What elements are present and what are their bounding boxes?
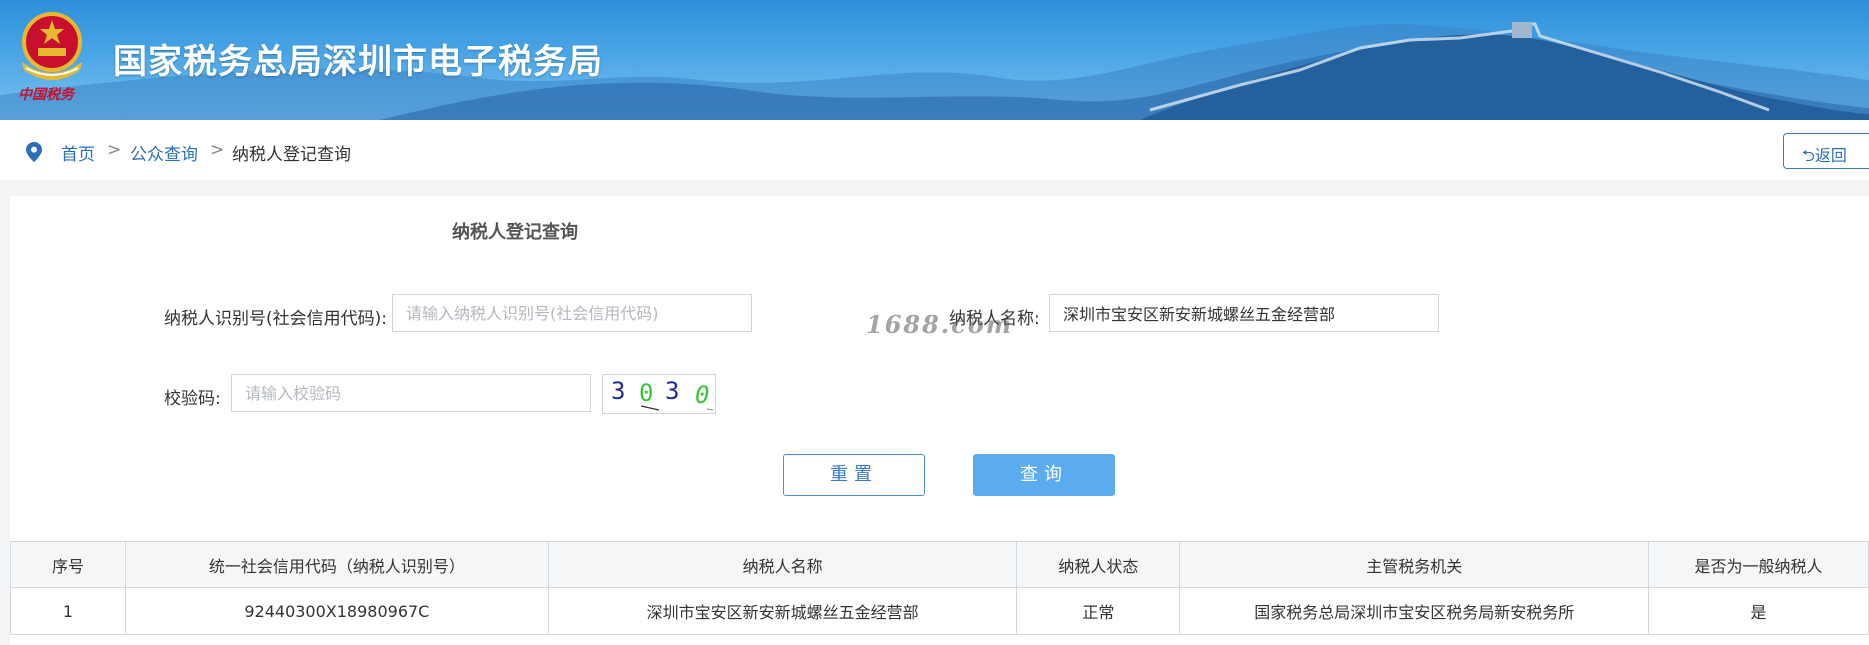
watermark: 1688.com <box>866 310 1014 339</box>
page-title: 纳税人登记查询 <box>452 222 578 243</box>
captcha-char: 0 <box>639 379 653 407</box>
taxpayer-id-label: 纳税人识别号(社会信用代码): <box>164 309 387 329</box>
breadcrumb-public-query[interactable]: 公众查询 <box>130 140 198 165</box>
location-pin-icon <box>26 142 42 162</box>
captcha-char: 3 <box>611 377 625 405</box>
captcha-char: 3 <box>665 377 679 405</box>
breadcrumb-separator: > <box>107 140 122 160</box>
table-cell: 是 <box>1648 587 1869 635</box>
back-button[interactable]: ⮌返回 <box>1783 133 1869 169</box>
column-header: 是否为一般纳税人 <box>1648 541 1869 588</box>
emblem-caption: 中国税务 <box>18 87 74 103</box>
table-row: 1 92440300X18980967C 深圳市宝安区新安新城螺丝五金经营部 正… <box>10 587 1869 635</box>
site-title: 国家税务总局深圳市电子税务局 <box>113 42 603 82</box>
table-cell: 正常 <box>1016 587 1181 635</box>
column-header: 统一社会信用代码（纳税人识别号） <box>124 541 549 588</box>
captcha-char: 0 <box>695 381 709 409</box>
table-cell: 深圳市宝安区新安新城螺丝五金经营部 <box>547 587 1018 635</box>
captcha-label: 校验码: <box>164 389 221 409</box>
table-cell: 92440300X18980967C <box>124 587 549 635</box>
breadcrumb: 首页 > 公众查询 > 纳税人登记查询 ⮌返回 <box>0 120 1869 180</box>
breadcrumb-current: 纳税人登记查询 <box>232 145 351 165</box>
reset-button[interactable]: 重置 <box>783 454 925 496</box>
table-header-row: 序号 统一社会信用代码（纳税人识别号） 纳税人名称 纳税人状态 主管税务机关 是… <box>10 541 1869 588</box>
table-cell: 国家税务总局深圳市宝安区税务局新安税务所 <box>1179 587 1650 635</box>
captcha-input[interactable] <box>231 374 591 412</box>
query-button[interactable]: 查询 <box>973 454 1115 496</box>
column-header: 纳税人状态 <box>1016 541 1181 588</box>
captcha-image[interactable]: 3 0 3 0 <box>602 374 716 414</box>
taxpayer-id-input[interactable] <box>392 294 752 332</box>
breadcrumb-home[interactable]: 首页 <box>61 140 95 165</box>
taxpayer-name-input[interactable] <box>1049 294 1439 332</box>
table-cell: 1 <box>10 587 126 635</box>
column-header: 序号 <box>10 541 126 588</box>
results-table: 序号 统一社会信用代码（纳税人识别号） 纳税人名称 纳税人状态 主管税务机关 是… <box>10 541 1869 635</box>
column-header: 纳税人名称 <box>547 541 1018 588</box>
column-header: 主管税务机关 <box>1179 541 1650 588</box>
breadcrumb-separator: > <box>210 140 225 160</box>
site-banner: 中国税务 国家税务总局深圳市电子税务局 <box>0 0 1869 120</box>
